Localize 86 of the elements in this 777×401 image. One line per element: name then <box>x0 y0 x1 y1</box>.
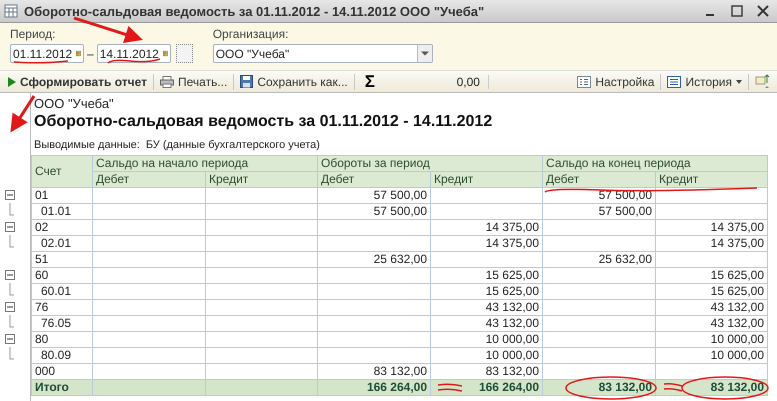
column-header: Дебет <box>542 172 656 188</box>
report-organization: ООО "Учеба" <box>34 95 115 113</box>
amount-cell: 15 625,00 <box>656 268 768 284</box>
column-header: Счет <box>32 156 92 188</box>
annotation-arrow <box>10 95 36 133</box>
panel-toggle-icon[interactable] <box>755 74 771 90</box>
collapse-icon[interactable] <box>5 222 15 232</box>
account-cell: 80.09 <box>32 348 92 364</box>
caret-icon <box>736 80 742 84</box>
print-button[interactable]: Печать... <box>158 72 230 92</box>
underline-mark <box>108 58 160 64</box>
column-group-header: Сальдо на начало периода <box>92 156 318 172</box>
amount-cell: 14 375,00 <box>430 220 543 236</box>
save-as-button[interactable]: Сохранить как... <box>238 72 350 92</box>
equals-mark <box>437 383 463 392</box>
amount-cell: 10 000,00 <box>430 332 543 348</box>
table-icon <box>4 4 18 18</box>
amount-cell: 43 132,00 <box>430 300 543 316</box>
account-cell: 51 <box>32 252 92 268</box>
amount-cell: 14 375,00 <box>656 236 768 252</box>
equals-mark <box>663 383 683 392</box>
list-settings-icon <box>577 76 592 88</box>
amount-cell: 57 500,00 <box>542 204 656 220</box>
organization-label: Организация: <box>212 27 288 41</box>
period-label: Период: <box>10 27 56 41</box>
amount-cell: 10 000,00 <box>430 348 543 364</box>
amount-cell: 43 132,00 <box>430 316 543 332</box>
collapse-icon[interactable] <box>5 270 15 280</box>
collapse-icon[interactable] <box>5 302 15 312</box>
amount-cell: 43 132,00 <box>656 316 768 332</box>
collapse-icon[interactable] <box>5 334 15 344</box>
report-title: Оборотно-сальдовая ведомость за 01.11.2012 - 14.11.2012 <box>34 113 494 132</box>
amount-cell: 57 500,00 <box>318 204 430 220</box>
data-label: Выводимые данные: <box>34 138 140 153</box>
history-button[interactable]: История <box>665 72 744 92</box>
organization-dropdown[interactable]: ООО "Учеба" <box>212 44 433 63</box>
amount-cell: 57 500,00 <box>542 188 656 204</box>
underline-mark <box>14 60 68 64</box>
calendar-icon[interactable] <box>76 48 81 59</box>
amount-cell: 43 132,00 <box>656 300 768 316</box>
column-group-header: Сальдо на конец периода <box>542 156 768 172</box>
amount-cell: 15 625,00 <box>430 284 543 300</box>
account-cell: 60.01 <box>32 284 92 300</box>
period-select-button[interactable] <box>176 44 193 63</box>
close-icon[interactable] <box>757 5 769 17</box>
sum-field: 0,00 <box>384 74 489 88</box>
account-cell: 02.01 <box>32 236 92 252</box>
calendar-icon[interactable] <box>162 48 168 59</box>
date-field[interactable]: 01.11.2012 <box>10 44 84 63</box>
column-header: Кредит <box>206 172 318 188</box>
window-title: Оборотно-сальдовая ведомость за 01.11.2012 - 14.11.2012 ООО "Учеба" <box>24 4 484 18</box>
column-header: Кредит <box>656 172 768 188</box>
date-field[interactable]: 14.11.2012 <box>96 44 171 63</box>
column-header: Кредит <box>430 172 543 188</box>
dropdown-caret-icon[interactable] <box>416 45 432 62</box>
settings-button[interactable]: Настройка <box>575 72 656 92</box>
column-group-header: Обороты за период <box>318 156 543 172</box>
generate-report-button[interactable]: Сформировать отчет <box>6 72 150 92</box>
amount-cell: 14 375,00 <box>656 220 768 236</box>
maximize-icon[interactable] <box>731 5 743 17</box>
account-cell: 80 <box>32 332 92 348</box>
collapse-icon[interactable] <box>5 190 15 200</box>
amount-cell: 57 500,00 <box>318 188 430 204</box>
amount-cell: 25 632,00 <box>542 252 656 268</box>
amount-cell: 25 632,00 <box>318 252 430 268</box>
account-cell: 01.01 <box>32 204 92 220</box>
printer-icon <box>160 76 174 88</box>
total-cell: 166 264,00 <box>318 380 430 396</box>
play-icon <box>8 76 16 86</box>
sum-button[interactable]: Σ <box>358 72 381 92</box>
account-cell: 01 <box>32 188 92 204</box>
amount-cell: 14 375,00 <box>430 236 543 252</box>
account-cell: 02 <box>32 220 92 236</box>
amount-cell: 10 000,00 <box>656 332 768 348</box>
date-separator: – <box>86 46 95 60</box>
account-cell: 76.05 <box>32 316 92 332</box>
amount-cell: 15 625,00 <box>430 268 543 284</box>
amount-cell: 10 000,00 <box>656 348 768 364</box>
list-icon <box>667 76 682 88</box>
data-value: БУ (данные бухгалтерского учета) <box>146 138 320 153</box>
total-label-cell: Итого <box>32 380 92 396</box>
account-cell: 60 <box>32 268 92 284</box>
amount-cell: 15 625,00 <box>656 284 768 300</box>
column-header: Дебет <box>318 172 430 188</box>
column-header: Дебет <box>92 172 206 188</box>
account-cell: 76 <box>32 300 92 316</box>
